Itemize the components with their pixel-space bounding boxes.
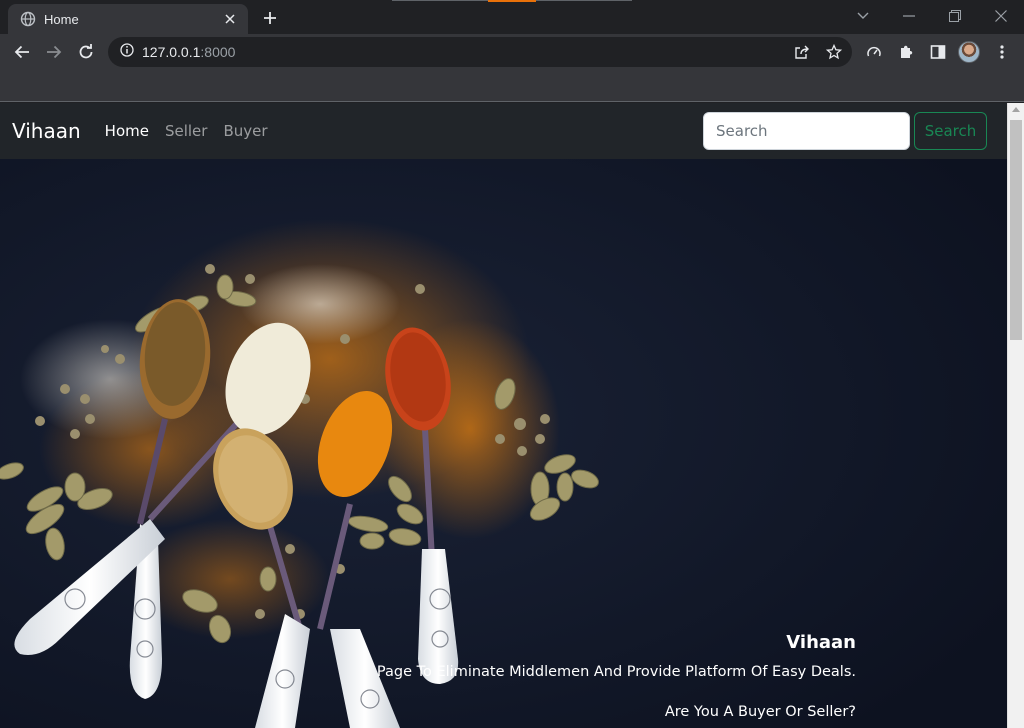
scrollbar-thumb[interactable]: [1010, 120, 1022, 340]
reload-icon[interactable]: [72, 38, 100, 66]
search-button[interactable]: Search: [914, 112, 987, 150]
window-close-icon[interactable]: [978, 2, 1024, 30]
globe-icon: [20, 11, 36, 27]
url-host: 127.0.0.1: [142, 44, 201, 60]
back-arrow-icon[interactable]: [8, 38, 36, 66]
share-icon[interactable]: [788, 38, 816, 66]
performance-icon[interactable]: [860, 38, 888, 66]
star-icon[interactable]: [820, 38, 848, 66]
caption-title: Vihaan: [786, 632, 856, 653]
browser-tab-strip: Home: [0, 0, 1024, 34]
hero-carousel-slide: Vihaan Page To Eliminate Middlemen And P…: [0, 159, 1007, 728]
minimize-icon[interactable]: [886, 2, 932, 30]
browser-tab[interactable]: Home: [8, 4, 248, 34]
nav-link-buyer[interactable]: Buyer: [223, 122, 267, 140]
tab-title: Home: [44, 11, 79, 27]
address-bar[interactable]: 127.0.0.1:8000: [108, 37, 852, 67]
browser-toolbar: 127.0.0.1:8000: [0, 34, 1024, 70]
tab-strip-accent: [488, 0, 536, 2]
scroll-up-arrow[interactable]: [1012, 107, 1020, 112]
page-scrollbar[interactable]: [1007, 103, 1024, 728]
nav-link-seller[interactable]: Seller: [165, 122, 207, 140]
info-icon[interactable]: [120, 42, 134, 62]
page-viewport: Vihaan Home Seller Buyer Search Search V…: [0, 103, 1007, 728]
url-text: 127.0.0.1:8000: [142, 44, 235, 60]
extensions-icon[interactable]: [892, 38, 920, 66]
url-port: :8000: [200, 44, 236, 60]
side-panel-icon[interactable]: [924, 38, 952, 66]
caption-question: Are You A Buyer Or Seller?: [664, 704, 856, 720]
close-icon[interactable]: [222, 11, 238, 27]
search-input[interactable]: [703, 112, 910, 150]
nav-link-home[interactable]: Home: [105, 122, 149, 140]
forward-arrow-icon[interactable]: [40, 38, 68, 66]
plus-icon[interactable]: [258, 6, 282, 30]
restore-icon[interactable]: [932, 2, 978, 30]
chevron-down-icon[interactable]: [840, 2, 886, 30]
caption-text: Page To Eliminate Middlemen And Provide …: [376, 664, 856, 680]
kebab-menu-icon[interactable]: [988, 38, 1016, 66]
bookmark-bar: [0, 70, 1024, 102]
profile-avatar[interactable]: [958, 41, 980, 63]
site-navbar: Vihaan Home Seller Buyer Search: [0, 103, 1007, 159]
navbar-brand[interactable]: Vihaan: [12, 119, 81, 143]
